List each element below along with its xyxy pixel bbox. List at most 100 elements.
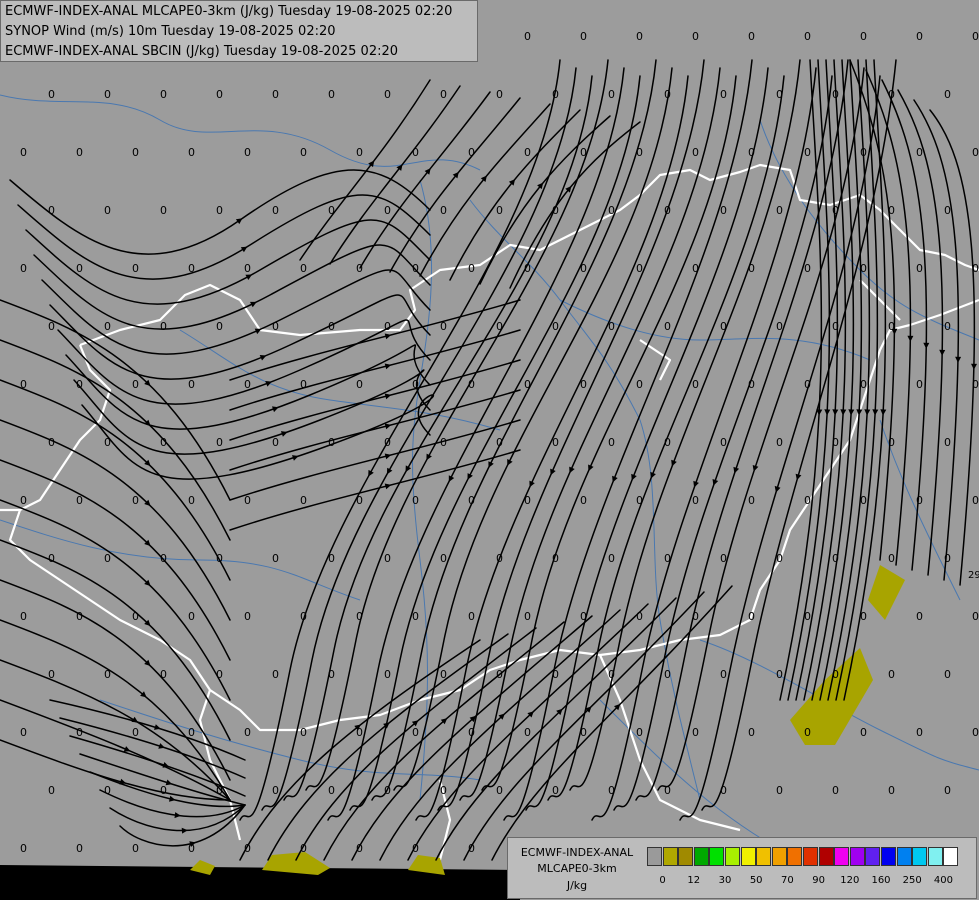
title-sbcin: ECMWF-INDEX-ANAL SBCIN (J/kg) Tuesday 19…: [5, 44, 399, 59]
sbcin-value-label: 0: [48, 436, 55, 449]
sbcin-value-label: 0: [972, 726, 979, 739]
legend-swatch: [709, 847, 725, 866]
sbcin-value-label: 0: [636, 146, 643, 159]
sbcin-value-label: 0: [412, 378, 419, 391]
sbcin-value-label: 0: [272, 88, 279, 101]
legend-swatch: [912, 847, 928, 866]
sbcin-value-label: 0: [412, 726, 419, 739]
sbcin-value-label: 0: [748, 30, 755, 43]
sbcin-value-label: 0: [692, 378, 699, 391]
sbcin-value-label: 0: [832, 784, 839, 797]
sbcin-value-label: 0: [300, 610, 307, 623]
sbcin-value-label: 0: [188, 610, 195, 623]
sbcin-value-label: 0: [272, 204, 279, 217]
sbcin-value-label: 0: [48, 204, 55, 217]
sbcin-value-label: 0: [132, 262, 139, 275]
sbcin-value-label: 0: [888, 552, 895, 565]
sbcin-value-label: 0: [580, 610, 587, 623]
sbcin-value-label: 0: [916, 726, 923, 739]
sbcin-value-label: 0: [720, 88, 727, 101]
sbcin-value-label: 0: [888, 784, 895, 797]
sbcin-value-label: 0: [328, 88, 335, 101]
sbcin-value-label: 0: [188, 842, 195, 855]
sbcin-value-label: 0: [860, 610, 867, 623]
sbcin-value-label: 0: [160, 436, 167, 449]
sbcin-value-label: 0: [412, 262, 419, 275]
sbcin-value-label: 0: [496, 668, 503, 681]
sbcin-value-label: 0: [412, 610, 419, 623]
sbcin-value-label: 0: [132, 494, 139, 507]
legend-swatch: [896, 847, 912, 866]
sbcin-value-label: 0: [552, 552, 559, 565]
sbcin-value-label: 0: [832, 204, 839, 217]
sbcin-value-label: 0: [160, 784, 167, 797]
sbcin-value-label: 0: [580, 378, 587, 391]
sbcin-value-label: 0: [104, 320, 111, 333]
sbcin-value-label: 0: [76, 378, 83, 391]
sbcin-value-label: 0: [916, 146, 923, 159]
sbcin-value-label: 0: [720, 784, 727, 797]
edge-value-label: 29: [968, 570, 979, 581]
sbcin-value-label: 0: [300, 494, 307, 507]
sbcin-value-label: 0: [188, 378, 195, 391]
sbcin-value-label: 0: [804, 30, 811, 43]
legend-tick-label: 160: [871, 875, 891, 886]
sbcin-value-label: 0: [48, 668, 55, 681]
sbcin-value-label: 0: [356, 262, 363, 275]
legend-swatch: [803, 847, 818, 866]
sbcin-value-label: 0: [524, 610, 531, 623]
sbcin-value-label: 0: [888, 88, 895, 101]
sbcin-value-label: 0: [776, 784, 783, 797]
sbcin-value-label: 0: [524, 494, 531, 507]
sbcin-value-label: 0: [552, 436, 559, 449]
sbcin-value-label: 0: [76, 494, 83, 507]
sbcin-value-label: 0: [776, 436, 783, 449]
sbcin-value-label: 0: [720, 552, 727, 565]
legend-swatch: [693, 847, 709, 866]
sbcin-value-label: 0: [272, 668, 279, 681]
sbcin-value-label: 0: [216, 668, 223, 681]
sbcin-value-label: 0: [664, 88, 671, 101]
sbcin-value-label: 0: [132, 378, 139, 391]
sbcin-value-label: 0: [804, 610, 811, 623]
sbcin-value-label: 0: [160, 320, 167, 333]
legend-tick-label: 0: [659, 875, 666, 886]
sbcin-value-label: 0: [748, 494, 755, 507]
sbcin-value-label: 0: [944, 88, 951, 101]
sbcin-value-label: 0: [440, 88, 447, 101]
sbcin-value-label: 0: [720, 320, 727, 333]
sbcin-value-label: 0: [524, 262, 531, 275]
sbcin-value-label: 0: [216, 436, 223, 449]
sbcin-value-label: 0: [384, 668, 391, 681]
sbcin-value-label: 0: [860, 726, 867, 739]
sbcin-value-label: 0: [20, 610, 27, 623]
sbcin-value-label: 0: [104, 552, 111, 565]
sbcin-value-label: 0: [356, 610, 363, 623]
sbcin-value-label: 0: [860, 262, 867, 275]
sbcin-value-label: 0: [160, 88, 167, 101]
legend-tick-label: 50: [749, 875, 763, 886]
sbcin-value-label: 0: [160, 204, 167, 217]
sbcin-value-label: 0: [972, 262, 979, 275]
sbcin-value-label: 0: [692, 30, 699, 43]
sbcin-value-label: 0: [132, 610, 139, 623]
sbcin-value-label: 0: [384, 320, 391, 333]
title-wind: SYNOP Wind (m/s) 10m Tuesday 19-08-2025 …: [5, 24, 336, 39]
sbcin-value-label: 0: [48, 552, 55, 565]
sbcin-value-label: 0: [832, 88, 839, 101]
legend-tick-label: 250: [902, 875, 922, 886]
sbcin-value-label: 0: [412, 842, 419, 855]
legend-swatch: [881, 847, 896, 866]
sbcin-value-label: 0: [944, 552, 951, 565]
sbcin-value-label: 0: [160, 552, 167, 565]
sbcin-value-label: 0: [300, 378, 307, 391]
sbcin-value-label: 0: [244, 726, 251, 739]
sbcin-value-label: 0: [860, 146, 867, 159]
legend-swatch: [647, 847, 662, 866]
sbcin-value-label: 0: [804, 494, 811, 507]
sbcin-value-label: 0: [916, 378, 923, 391]
sbcin-value-label: 0: [244, 262, 251, 275]
sbcin-value-label: 0: [440, 320, 447, 333]
sbcin-value-label: 0: [328, 784, 335, 797]
sbcin-value-label: 0: [272, 320, 279, 333]
